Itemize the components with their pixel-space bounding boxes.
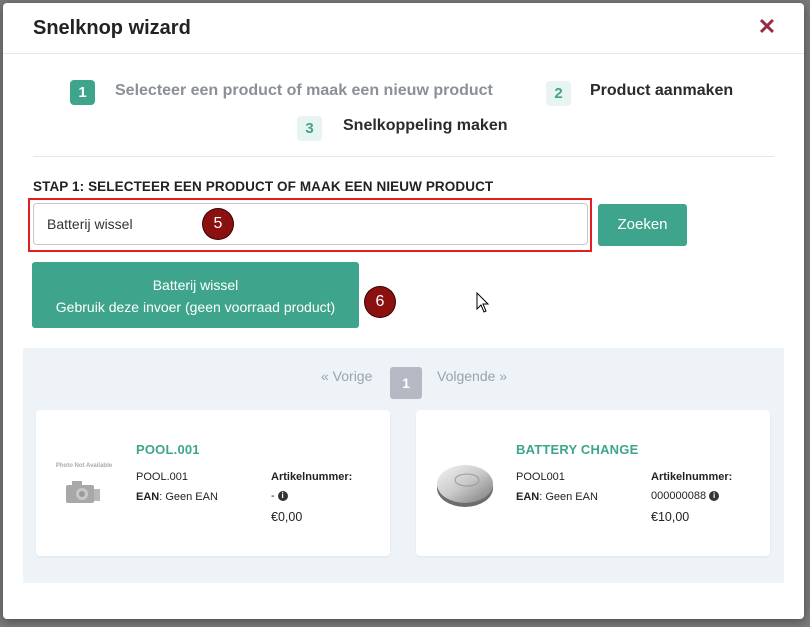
product-sku: POOL.001 [136,471,188,483]
pagination-current-page[interactable]: 1 [390,367,422,399]
photo-not-available-label: Photo Not Available [55,463,113,469]
wizard-steps: 1 Selecteer een product of maak een nieu… [3,78,804,148]
use-input-value: Batterij wissel [152,277,239,293]
step-marker-6: 6 [365,287,395,317]
product-price: €0,00 [271,510,303,524]
info-icon[interactable]: i [277,491,288,502]
photo-not-available-icon: Photo Not Available [54,460,114,510]
product-sku: POOL001 [516,471,565,483]
product-title[interactable]: POOL.001 [136,442,200,457]
modal-title: Snelknop wizard [33,17,191,39]
use-input-label: Gebruik deze invoer (geen voorraad produ… [55,299,336,315]
mouse-cursor-icon [476,292,490,313]
modal-header: Snelknop wizard ✕ [3,3,804,54]
pagination-next[interactable]: Volgende » [437,368,507,384]
ean-label: EAN [136,491,160,503]
article-value: 000000088 i [651,490,720,502]
product-title[interactable]: BATTERY CHANGE [516,442,638,457]
step-marker-5: 5 [203,209,233,239]
ean-value: : Geen EAN [539,491,598,503]
ean-value: : Geen EAN [159,491,218,503]
camera-icon [66,481,100,503]
close-icon[interactable]: ✕ [755,15,779,39]
article-number: - [271,490,275,502]
step-1-heading: STAP 1: SELECTEER EEN PRODUCT OF MAAK EE… [33,179,494,194]
product-card[interactable]: BATTERY CHANGE POOL001 EAN: Geen EAN Art… [416,410,770,556]
divider [33,156,774,157]
ean-label: EAN [516,491,540,503]
article-value: -i [271,490,288,502]
product-price: €10,00 [651,510,690,524]
snelknop-wizard-modal: Snelknop wizard ✕ 1 Selecteer een produc… [3,3,804,619]
coin-battery-icon [437,465,493,507]
pagination-prev[interactable]: « Vorige [321,368,372,384]
step-3-label: Snelkoppeling maken [343,117,508,134]
use-input-button[interactable]: Batterij wissel Gebruik deze invoer (gee… [32,262,359,328]
step-1-number: 1 [70,80,95,105]
product-card[interactable]: Photo Not Available POOL.001 POOL.001 EA… [36,410,390,556]
step-1-label: Selecteer een product of maak een nieuw … [115,82,493,99]
article-label: Artikelnummer: [651,471,733,483]
info-icon[interactable]: i [709,491,720,502]
step-2-number: 2 [546,81,571,106]
search-button[interactable]: Zoeken [598,204,687,246]
search-input[interactable] [33,203,588,245]
product-ean: EAN: Geen EAN [516,491,598,503]
step-2-label: Product aanmaken [590,82,734,99]
step-3-number: 3 [297,116,322,141]
product-ean: EAN: Geen EAN [136,491,218,503]
article-label: Artikelnummer: [271,471,353,483]
article-number: 000000088 [651,490,707,502]
results-panel: « Vorige 1 Volgende » Photo Not Availabl… [23,348,784,583]
